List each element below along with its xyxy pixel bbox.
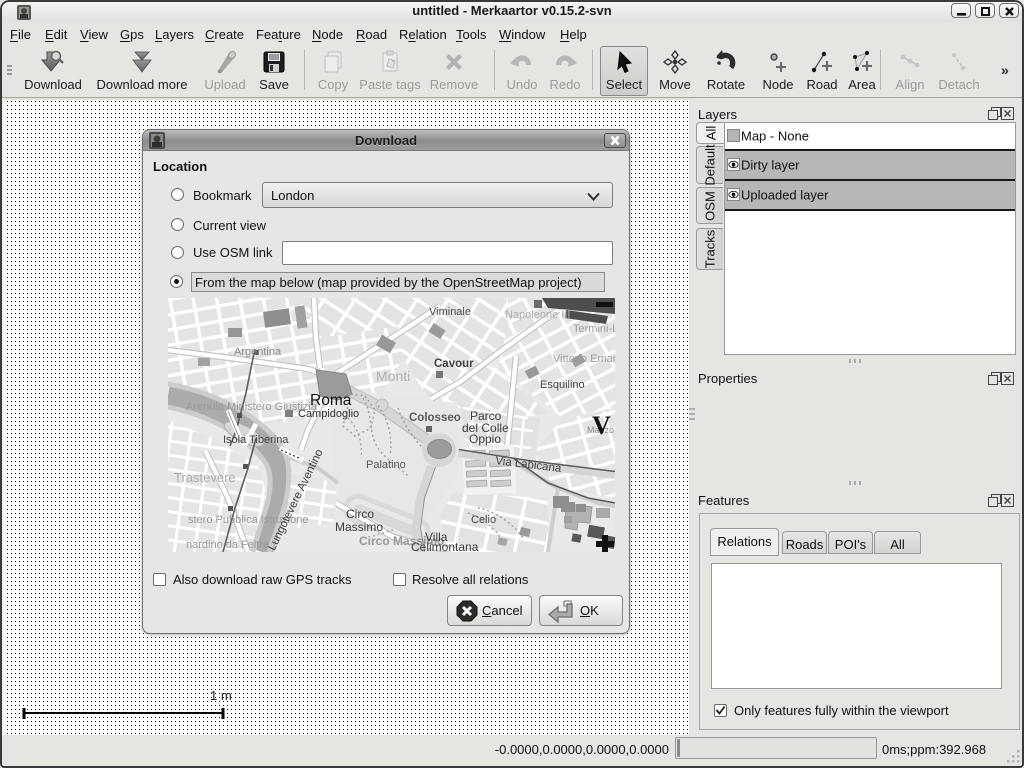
svg-text:nardino da Feltre: nardino da Feltre [186,539,269,551]
svg-text:Argentina: Argentina [234,346,282,358]
svg-text:Circo: Circo [346,507,374,521]
svg-text:Vittorio Emanuele: Vittorio Emanuele [553,353,615,365]
svg-text:Monti: Monti [376,368,410,384]
svg-text:Oppio: Oppio [469,432,501,446]
svg-text:1 m: 1 m [210,688,232,703]
svg-text:Trastevere: Trastevere [174,470,236,485]
svg-text:Cavour: Cavour [434,358,474,370]
svg-text:Palatino: Palatino [366,459,406,471]
svg-text:Esquilino: Esquilino [540,379,585,391]
svg-text:Napoleone III: Napoleone III [505,309,570,321]
svg-text:Viminale: Viminale [429,306,471,318]
svg-text:Massimo: Massimo [335,520,383,534]
svg-text:V: V [592,411,611,440]
svg-text:Campidoglio: Campidoglio [298,408,359,420]
svg-text:Colosseo: Colosseo [409,412,461,424]
svg-text:Celio: Celio [471,514,496,526]
svg-text:Isola Tiberina: Isola Tiberina [223,434,289,446]
svg-text:Roma: Roma [310,392,352,409]
svg-text:Celimontana: Celimontana [411,540,479,552]
svg-text:Termini-La: Termini-La [573,323,615,335]
